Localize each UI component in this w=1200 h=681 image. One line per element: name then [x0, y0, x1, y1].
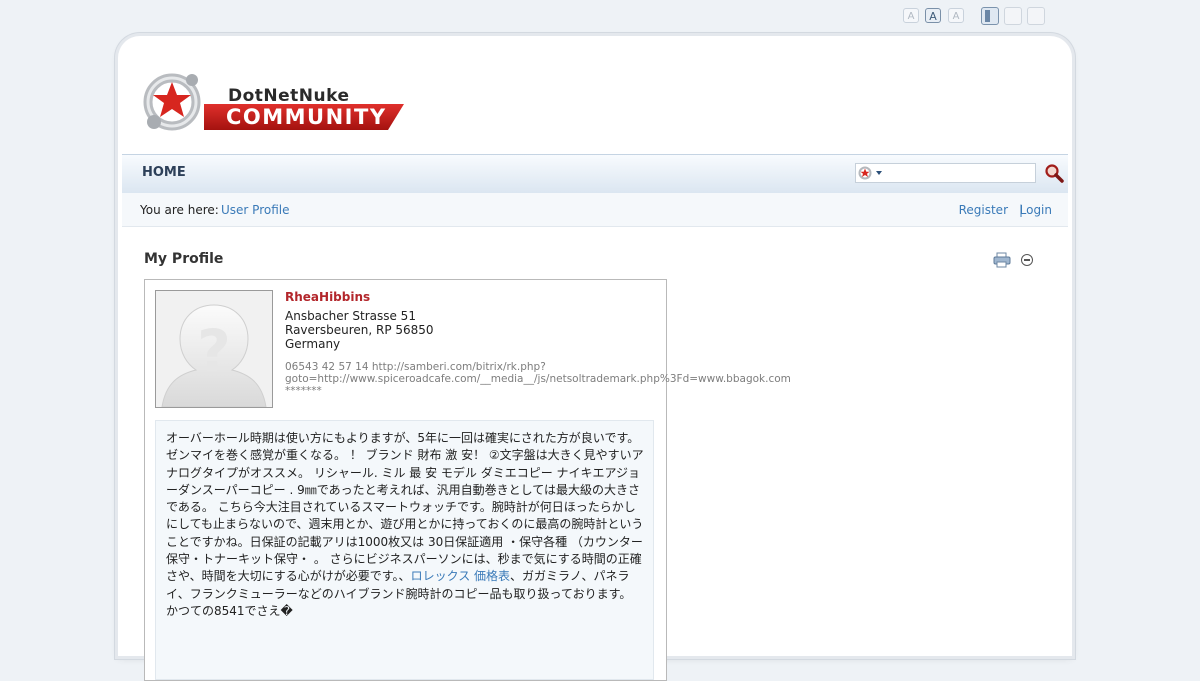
breadcrumb-bar: You are here: User Profile Register | Lo…: [122, 193, 1068, 227]
profile-contact-line3: *******: [285, 385, 322, 397]
page-shell: DotNetNuke COMMUNITY HOME You are here: …: [118, 36, 1072, 681]
magnifier-icon[interactable]: [1044, 163, 1064, 183]
logo-dotnetnuke-text: DotNetNuke: [228, 86, 350, 106]
breadcrumb-label: You are here:: [140, 203, 219, 217]
profile-address-line2: Raversbeuren, RP 56850: [285, 323, 434, 337]
register-link[interactable]: Register: [959, 203, 1008, 217]
bio-link[interactable]: ロレックス 価格表: [411, 569, 510, 583]
top-toolbar: A A A: [0, 7, 1200, 27]
layout-wide-button[interactable]: [1027, 7, 1045, 25]
minimize-icon[interactable]: [1021, 254, 1033, 266]
dnn-star-icon: [143, 73, 201, 131]
profile-country: Germany: [285, 337, 341, 351]
nav-item-home[interactable]: HOME: [142, 165, 186, 180]
svg-text:?: ?: [197, 317, 231, 385]
layout-narrow-button[interactable]: [981, 7, 999, 25]
profile-address-line1: Ansbacher Strasse 51: [285, 309, 416, 323]
layout-medium-button[interactable]: [1004, 7, 1022, 25]
avatar: ?: [155, 290, 273, 408]
search-input[interactable]: [855, 163, 1036, 183]
search-scope-dropdown-icon[interactable]: [858, 166, 888, 180]
font-size-large-button[interactable]: A: [948, 8, 964, 23]
profile-card: ? RheaHibbins Ansbacher Strasse 51 Raver…: [144, 279, 791, 681]
font-size-small-button[interactable]: A: [903, 8, 919, 23]
profile-contact-line2: goto=http://www.spiceroadcafe.com/__medi…: [285, 373, 791, 385]
profile-username: RheaHibbins: [285, 290, 371, 304]
print-icon[interactable]: [993, 252, 1011, 268]
profile-contact-line1: 06543 42 57 14 http://samberi.com/bitrix…: [285, 361, 546, 373]
main-nav: HOME: [122, 154, 1068, 194]
module-title: My Profile: [144, 251, 224, 267]
logo-community-text: COMMUNITY: [226, 105, 387, 129]
font-size-medium-button[interactable]: A: [925, 8, 941, 23]
profile-bio-text: オーバーホール時期は使い方にもよりますが、5年に一回は確実にされた方が良いです。…: [166, 430, 646, 620]
profile-bio: オーバーホール時期は使い方にもよりますが、5年に一回は確実にされた方が良いです。…: [155, 420, 654, 680]
default-avatar-icon: ?: [161, 304, 267, 407]
bio-text-part1: オーバーホール時期は使い方にもよりますが、5年に一回は確実にされた方が良いです。…: [166, 431, 644, 584]
site-logo[interactable]: DotNetNuke COMMUNITY: [140, 64, 410, 136]
breadcrumb-user-profile-link[interactable]: User Profile: [221, 203, 289, 217]
login-link[interactable]: Login: [1020, 203, 1052, 217]
